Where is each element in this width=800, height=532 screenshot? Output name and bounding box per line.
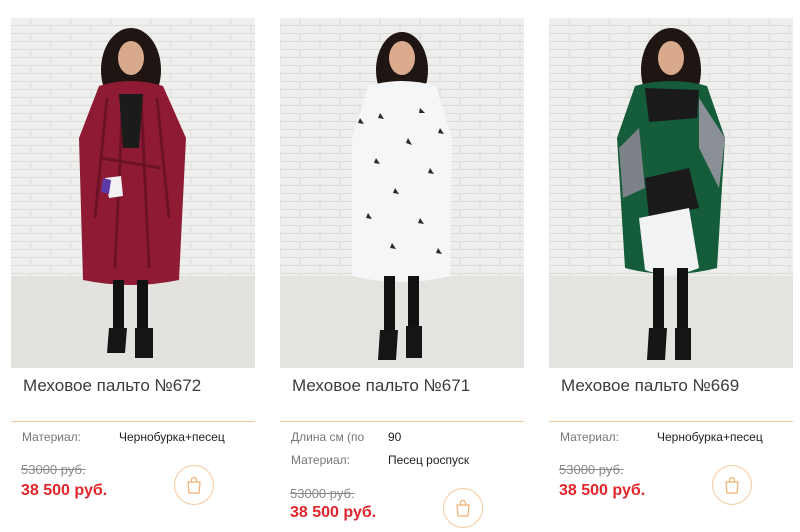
coat-photo — [280, 18, 524, 368]
prop-value: 90 — [388, 430, 402, 444]
prop-label: Материал: — [22, 430, 81, 444]
product-image[interactable] — [11, 18, 255, 368]
divider — [11, 421, 255, 422]
prop-label: Длина см (по — [291, 430, 365, 444]
add-to-cart-button[interactable] — [443, 488, 483, 528]
divider — [280, 421, 524, 422]
prop-label: Материал: — [291, 453, 350, 467]
old-price: 53000 руб. — [559, 462, 624, 477]
divider — [549, 421, 793, 422]
prop-label: Материал: — [560, 430, 619, 444]
shopping-bag-icon — [187, 476, 201, 494]
product-title[interactable]: Меховое пальто №669 — [561, 376, 739, 396]
product-image[interactable] — [549, 18, 793, 368]
product-card[interactable]: Меховое пальто №672 Материал: Чернобурка… — [11, 0, 255, 532]
product-card[interactable]: Меховое пальто №671 Длина см (по 90 Мате… — [280, 0, 524, 532]
add-to-cart-button[interactable] — [174, 465, 214, 505]
price: 38 500 руб. — [559, 482, 646, 499]
product-title[interactable]: Меховое пальто №671 — [292, 376, 470, 396]
prop-value: Чернобурка+песец — [119, 430, 225, 444]
product-image[interactable] — [280, 18, 524, 368]
product-card[interactable]: Меховое пальто №669 Материал: Чернобурка… — [549, 0, 793, 532]
old-price: 53000 руб. — [21, 462, 86, 477]
product-title[interactable]: Меховое пальто №672 — [23, 376, 201, 396]
old-price: 53000 руб. — [290, 486, 355, 501]
coat-photo — [549, 18, 793, 368]
add-to-cart-button[interactable] — [712, 465, 752, 505]
shopping-bag-icon — [456, 499, 470, 517]
shopping-bag-icon — [725, 476, 739, 494]
prop-value: Песец роспуск — [388, 453, 470, 467]
price: 38 500 руб. — [290, 504, 377, 521]
price: 38 500 руб. — [21, 482, 108, 499]
prop-value: Чернобурка+песец — [657, 430, 763, 444]
coat-photo — [11, 18, 255, 368]
